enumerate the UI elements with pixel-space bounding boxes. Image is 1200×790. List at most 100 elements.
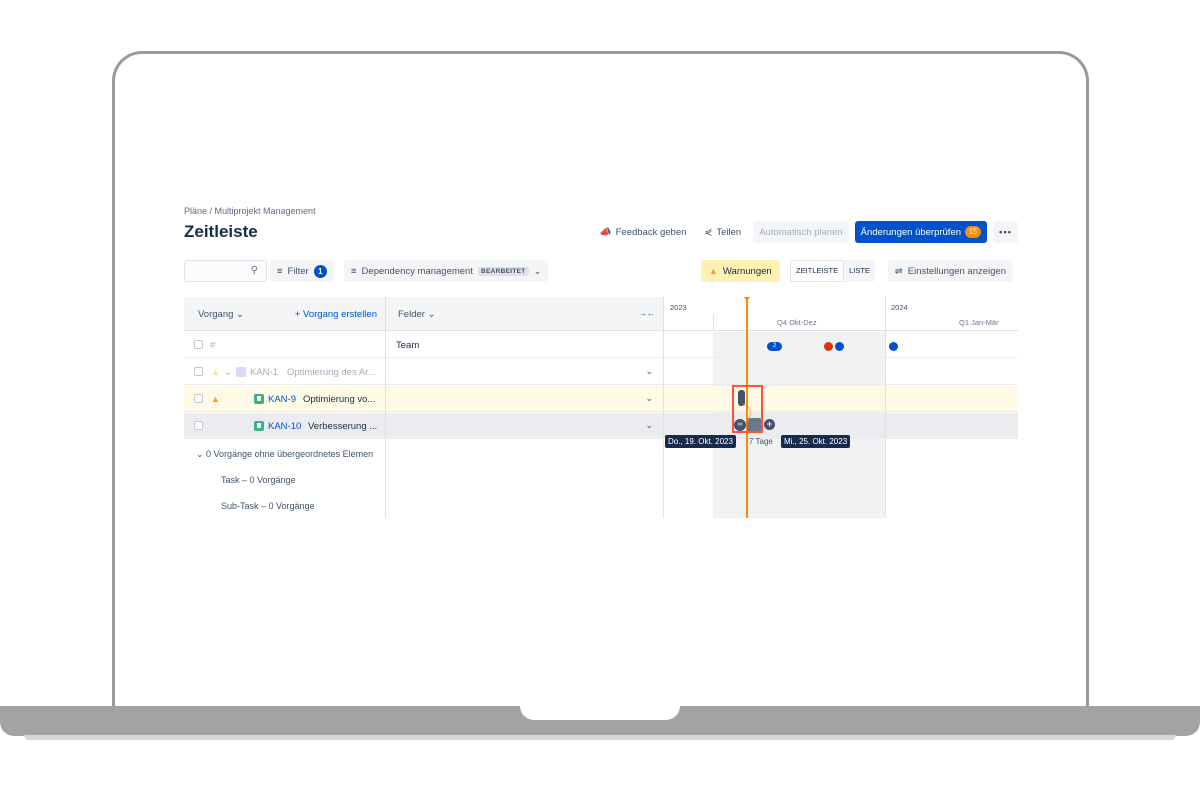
table-row[interactable]: ▲ KAN-9 Optimierung vo... — [184, 386, 385, 412]
epic-icon — [236, 367, 246, 379]
view-timeline-toggle[interactable]: ZEITLEISTE — [790, 260, 845, 282]
chevron-down-icon[interactable]: ⌄ — [645, 366, 653, 377]
duration-label: 7 Tage — [749, 437, 773, 446]
year-2024-label: 2024 — [891, 303, 908, 312]
warnings-button[interactable]: ▲ Warnungen — [701, 260, 780, 282]
chevron-down-icon: ⌄ — [196, 449, 207, 459]
story-icon — [254, 421, 264, 433]
quarter-q1-label: Q1 Jan-Mär — [959, 318, 999, 327]
view-settings-label: Einstellungen anzeigen — [907, 265, 1006, 277]
expand-chevron-icon[interactable]: ⌄ — [224, 367, 232, 378]
quarter-q4-label: Q4 Okt-Dez — [777, 318, 817, 327]
field-row[interactable]: ⌄ — [386, 359, 663, 385]
view-settings-button[interactable]: ⇌ Einstellungen anzeigen — [887, 260, 1013, 282]
auto-plan-label: Automatisch planen — [759, 226, 843, 238]
filter-icon: ≡ — [277, 265, 283, 277]
year-2023-label: 2023 — [670, 303, 687, 312]
release-marker[interactable] — [835, 342, 844, 351]
chevron-down-icon[interactable]: ⌄ — [645, 393, 653, 404]
chevron-down-icon: ⌄ — [427, 309, 436, 320]
breadcrumb[interactable]: Pläne / Multiprojekt Management — [184, 206, 316, 216]
table-row[interactable]: ▲ ⌄ KAN-1 Optimierung des Ar... — [184, 359, 385, 385]
fields-column: Felder ⌄ →← Team ⌄ ⌄ ⌄ — [386, 297, 664, 518]
timeline-row — [664, 359, 1018, 385]
warning-icon: ▲ — [211, 367, 220, 377]
orphan-group-toggle[interactable]: ⌄ 0 Vorgänge ohne übergeordnetes Elemen — [196, 449, 373, 460]
more-actions-button[interactable]: ••• — [993, 221, 1018, 243]
view-label: Dependency management — [361, 265, 473, 277]
issue-key[interactable]: KAN-1 — [250, 367, 278, 378]
row-checkbox[interactable] — [194, 394, 203, 403]
fields-header-label: Felder — [398, 309, 425, 320]
search-input[interactable]: ⚲ — [184, 260, 267, 282]
warning-icon: ▲ — [709, 266, 718, 276]
timeline-header: 2023 Q4 Okt-Dez 2024 Q1 Jan-Mär — [664, 297, 1018, 331]
team-field-label: Team — [396, 340, 420, 351]
feedback-label: Feedback geben — [615, 226, 687, 238]
today-marker-tip — [743, 297, 751, 301]
warning-icon: ▲ — [211, 394, 220, 404]
issue-key[interactable]: KAN-9 — [268, 394, 296, 405]
release-cluster-marker[interactable]: 2 — [767, 342, 782, 351]
field-row: Team — [386, 332, 663, 358]
view-switch: ZEITLEISTE LISTE — [790, 260, 875, 282]
laptop-notch — [520, 706, 680, 720]
sliders-icon: ⇌ — [894, 265, 903, 277]
view-select[interactable]: ≡ Dependency management BEARBEITET ⌄ — [344, 260, 549, 282]
link-icon[interactable]: ∞ — [734, 419, 746, 431]
fields-header-select[interactable]: Felder ⌄ — [398, 309, 436, 320]
feedback-button[interactable]: 📣 Feedback geben — [594, 221, 693, 243]
view-icon: ≡ — [351, 265, 357, 277]
laptop-base-shadow — [24, 735, 1176, 740]
view-list-toggle[interactable]: LISTE — [844, 260, 875, 282]
add-dependency-icon[interactable]: + — [764, 419, 775, 430]
row-checkbox[interactable] — [194, 367, 203, 376]
page-title: Zeitleiste — [184, 222, 258, 241]
year-divider — [885, 297, 886, 518]
megaphone-icon: 📣 — [599, 226, 612, 238]
chevron-down-icon: ⌄ — [533, 265, 542, 277]
header-actions: 📣 Feedback geben ⋞ Teilen Automatisch pl… — [594, 221, 1018, 243]
edited-lozenge: BEARBEITET — [477, 266, 529, 276]
story-icon — [254, 394, 264, 406]
share-icon: ⋞ — [704, 226, 713, 238]
issue-summary[interactable]: Optimierung vo... — [303, 394, 375, 405]
quarter-divider — [713, 314, 714, 331]
issue-summary[interactable]: Verbesserung ... — [308, 421, 377, 432]
select-all-checkbox[interactable] — [194, 340, 203, 349]
fields-column-header: Felder ⌄ →← — [386, 297, 663, 331]
collapse-columns-icon[interactable]: →← — [639, 309, 655, 318]
table-row[interactable]: KAN-10 Verbesserung ... — [184, 413, 385, 439]
issue-key[interactable]: KAN-10 — [268, 421, 301, 432]
field-row[interactable]: ⌄ — [386, 413, 663, 439]
toolbar: ⚲ ≡ Filter 1 ≡ Dependency management BEA… — [184, 259, 1018, 283]
create-issue-button[interactable]: + Vorgang erstellen — [295, 309, 377, 320]
issue-header-sort[interactable]: Vorgang ⌄ — [198, 309, 244, 320]
timeline-row — [664, 386, 1018, 412]
number-column-label: # — [210, 340, 216, 351]
filter-count-badge: 1 — [313, 264, 327, 278]
task-group-label[interactable]: Task – 0 Vorgänge — [221, 475, 296, 485]
timeline-column: 2023 Q4 Okt-Dez 2024 Q1 Jan-Mär 2 ∞ + Do… — [664, 297, 1018, 518]
plan-grid: Vorgang ⌄ + Vorgang erstellen # ▲ ⌄ KAN-… — [184, 297, 1018, 518]
field-row[interactable]: ⌄ — [386, 386, 663, 412]
share-button[interactable]: ⋞ Teilen — [698, 221, 747, 243]
auto-plan-button[interactable]: Automatisch planen — [753, 221, 849, 243]
review-count-badge: 15 — [965, 226, 982, 238]
release-warning-marker[interactable] — [824, 342, 833, 351]
table-row-header: # — [184, 332, 385, 358]
search-icon: ⚲ — [250, 265, 258, 276]
end-date-tag: Mi., 25. Okt. 2023 — [781, 435, 851, 448]
release-marker[interactable] — [889, 342, 898, 351]
chevron-down-icon[interactable]: ⌄ — [645, 420, 653, 431]
row-checkbox[interactable] — [194, 421, 203, 430]
issue-column: Vorgang ⌄ + Vorgang erstellen # ▲ ⌄ KAN-… — [184, 297, 386, 518]
warnings-label: Warnungen — [722, 265, 772, 277]
more-icon: ••• — [999, 226, 1012, 238]
review-changes-label: Änderungen überprüfen — [860, 226, 962, 238]
subtask-group-label[interactable]: Sub-Task – 0 Vorgänge — [221, 501, 315, 511]
chevron-down-icon: ⌄ — [236, 309, 245, 320]
review-changes-button[interactable]: Änderungen überprüfen 15 — [854, 221, 988, 243]
filter-button[interactable]: ≡ Filter 1 — [270, 260, 334, 282]
issue-summary[interactable]: Optimierung des Ar... — [287, 367, 376, 378]
